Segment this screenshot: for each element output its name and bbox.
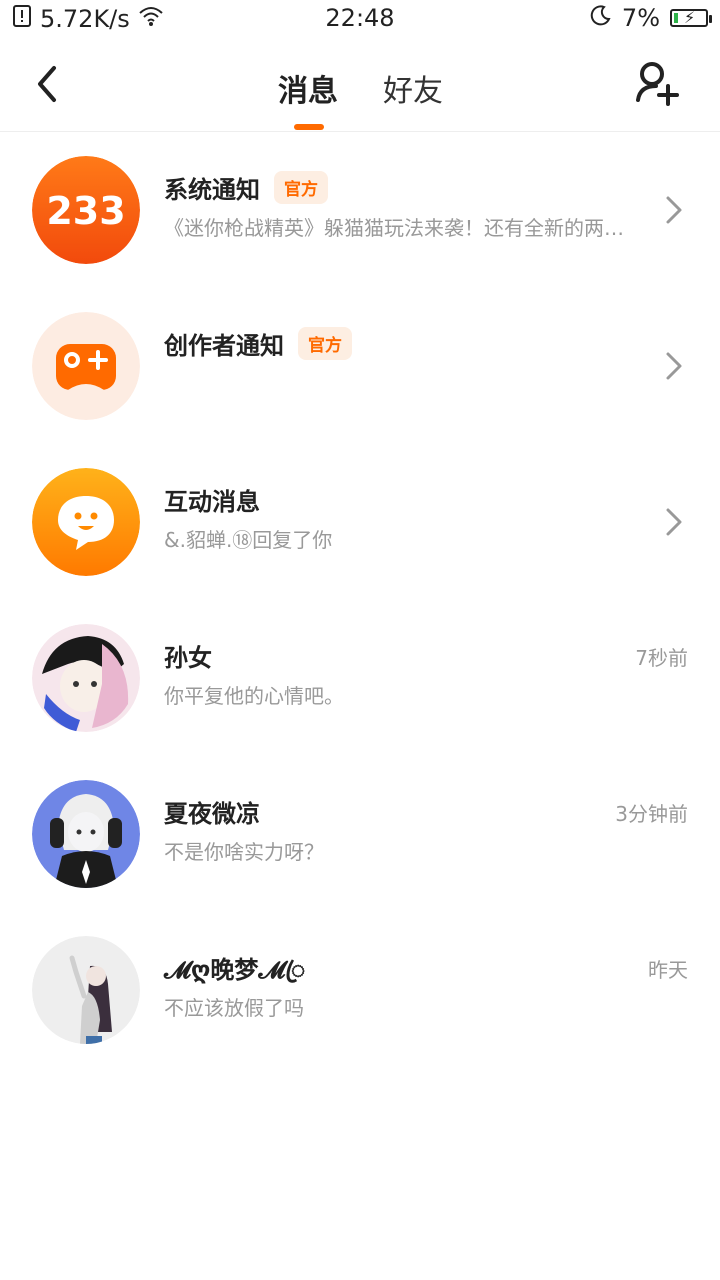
battery-charging-icon: ⚡: [670, 8, 712, 27]
message-preview: 《迷你枪战精英》躲猫猫玩法来袭！还有全新的两…: [164, 216, 624, 240]
list-item-chat[interactable]: 𝓜ღ晚梦𝓜ꦿ 昨天 不应该放假了吗: [0, 912, 720, 1068]
tab-messages[interactable]: 消息: [278, 66, 338, 110]
message-preview: 不是你啥实力呀？: [164, 840, 324, 864]
official-badge: 官方: [274, 171, 328, 204]
avatar: [32, 936, 140, 1044]
add-friend-button[interactable]: [634, 60, 680, 108]
list-item-interaction[interactable]: 互动消息 &.貂蝉.⑱回复了你: [0, 444, 720, 600]
message-preview: 你平复他的心情吧。: [164, 684, 344, 708]
message-preview: &.貂蝉.⑱回复了你: [164, 528, 333, 552]
back-button[interactable]: [30, 62, 70, 106]
message-preview: 不应该放假了吗: [164, 996, 304, 1020]
official-badge: 官方: [298, 327, 352, 360]
add-user-icon: [636, 62, 679, 106]
contact-name: 创作者通知: [164, 332, 284, 360]
active-tab-indicator: [294, 124, 324, 130]
moon-icon: [590, 4, 612, 32]
list-item-creator-notice[interactable]: 创作者通知 官方: [0, 288, 720, 444]
contact-name: 孙女: [164, 644, 212, 672]
chevron-right-icon: [666, 508, 682, 536]
gamepad-icon: [56, 344, 116, 390]
avatar: [32, 624, 140, 732]
message-list: 233 系统通知 官方 《迷你枪战精英》躲猫猫玩法来袭！还有全新的两… 创作者通…: [0, 132, 720, 1068]
avatar: [32, 780, 140, 888]
list-item-chat[interactable]: 孙女 7秒前 你平复他的心情吧。: [0, 600, 720, 756]
contact-name: 夏夜微凉: [164, 800, 260, 828]
status-bar: 5.72K/s 22:48 7% ⚡: [0, 0, 720, 40]
list-item-system-notice[interactable]: 233 系统通知 官方 《迷你枪战精英》躲猫猫玩法来袭！还有全新的两…: [0, 132, 720, 288]
contact-name: 互动消息: [164, 488, 260, 516]
contact-name: 系统通知: [164, 176, 260, 204]
tab-friends[interactable]: 好友: [383, 66, 443, 110]
message-time: 昨天: [648, 958, 688, 982]
message-time: 7秒前: [635, 646, 688, 670]
message-time: 3分钟前: [615, 802, 688, 826]
top-bar: 消息 好友: [0, 40, 720, 132]
list-item-chat[interactable]: 夏夜微凉 3分钟前 不是你啥实力呀？: [0, 756, 720, 912]
chevron-right-icon: [666, 352, 682, 380]
chevron-left-icon: [38, 66, 56, 102]
avatar-gamepad: [32, 312, 140, 420]
battery-percent: 7%: [621, 4, 660, 32]
avatar-chat-bubble: [32, 468, 140, 576]
avatar-233-logo: 233: [32, 156, 140, 264]
svg-text:233: 233: [46, 189, 125, 233]
chevron-right-icon: [666, 196, 682, 224]
